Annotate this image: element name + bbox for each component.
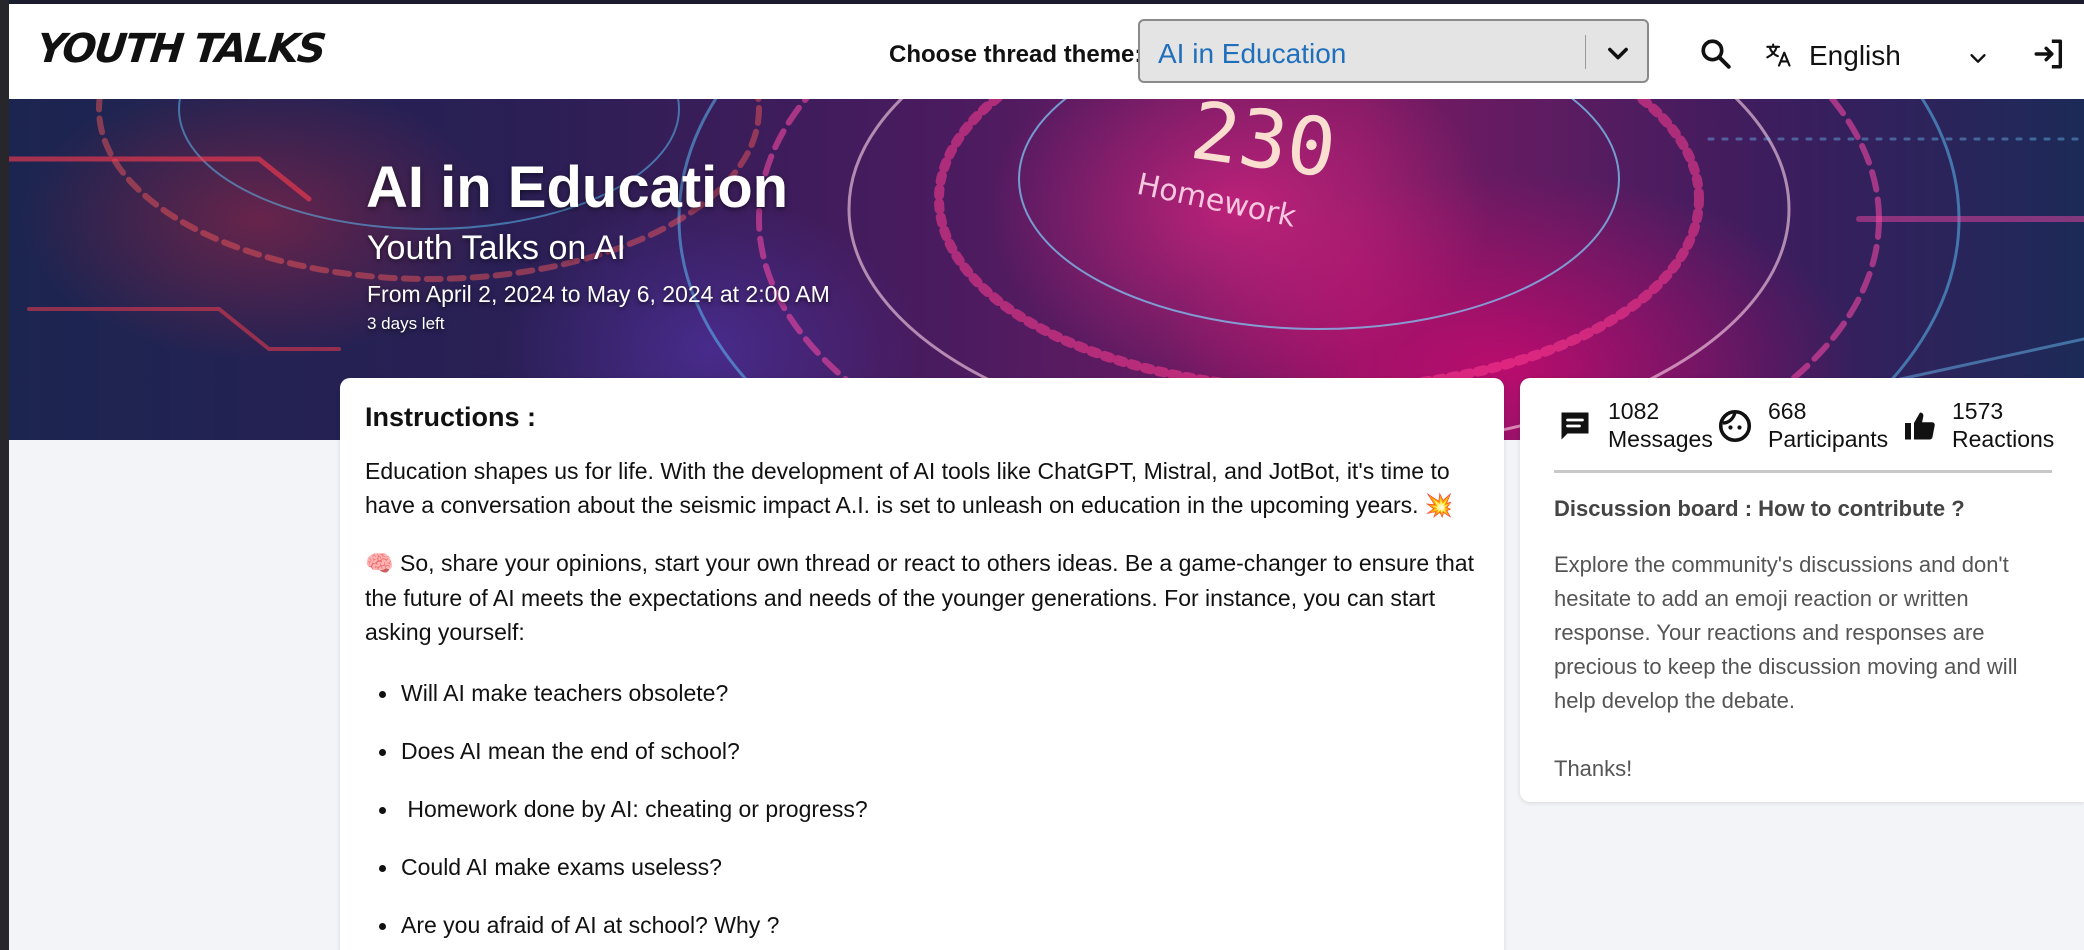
search-icon[interactable] <box>1699 37 1733 71</box>
question-list: Will AI make teachers obsolete? Does AI … <box>365 676 1465 950</box>
thread-dates: From April 2, 2024 to May 6, 2024 at 2:0… <box>367 281 830 307</box>
instructions-title: Instructions : <box>365 402 537 432</box>
participants-label: Participants <box>1768 426 1889 452</box>
instructions-paragraph-1: Education shapes us for life. With the d… <box>365 454 1485 523</box>
contribute-text: Explore the community's discussions and … <box>1554 552 2018 713</box>
messages-count: 1082 <box>1608 398 1660 424</box>
face-icon <box>1718 409 1752 443</box>
reactions-label: Reactions <box>1952 426 2055 452</box>
collision-emoji-icon: 💥 <box>1424 493 1454 519</box>
theme-select-label: Choose thread theme: <box>889 41 1143 68</box>
youth-talks-logo[interactable]: YOUTH TALKS <box>35 26 327 72</box>
chevron-down-icon[interactable] <box>1604 39 1632 67</box>
instructions-text-1: Education shapes us for life. With the d… <box>365 458 1450 518</box>
page: YOUTH TALKS Choose thread theme: AI in E… <box>9 4 2084 950</box>
participants-count: 668 <box>1768 398 1807 424</box>
instructions-card: Instructions : Education shapes us for l… <box>340 378 1504 950</box>
theme-select[interactable]: AI in Education <box>1138 19 1649 83</box>
thread-title: AI in Education <box>366 155 789 220</box>
window-left-border <box>0 0 9 950</box>
brain-emoji-icon: 🧠 <box>365 551 394 577</box>
list-item: Will AI make teachers obsolete? <box>365 676 1465 734</box>
messages-label: Messages <box>1608 426 1713 452</box>
chevron-down-icon <box>1970 54 1986 63</box>
thread-subtitle: Youth Talks on AI <box>367 229 626 267</box>
reactions-count: 1573 <box>1952 398 2004 424</box>
language-select[interactable]: English <box>1764 24 1986 76</box>
stats-card: 1082 Messages 668 Participants 1573 Reac… <box>1520 378 2084 802</box>
list-item: Does AI mean the end of school? <box>365 734 1465 792</box>
theme-select-value: AI in Education <box>1158 38 1347 69</box>
reactions-stat: 1573 Reactions <box>1900 398 2070 458</box>
message-icon <box>1561 412 1589 440</box>
list-item: Could AI make exams useless? <box>365 850 1465 908</box>
messages-stat: 1082 Messages <box>1556 398 1713 458</box>
instructions-text-2: So, share your opinions, start your own … <box>365 550 1474 645</box>
time-left-badge: 3 days left <box>367 314 445 333</box>
login-icon[interactable] <box>2031 37 2067 71</box>
contribute-title: Discussion board : How to contribute ? <box>1554 496 1965 521</box>
translate-icon <box>1766 43 1791 67</box>
list-item: Are you afraid of AI at school? Why ? <box>365 908 1465 950</box>
contribute-thanks: Thanks! <box>1554 756 1633 781</box>
participants-stat: 668 Participants <box>1716 398 1896 458</box>
language-label: English <box>1809 40 1901 71</box>
top-header: YOUTH TALKS Choose thread theme: AI in E… <box>9 4 2084 99</box>
stats-divider <box>1554 470 2052 473</box>
thumbs-up-icon <box>1905 412 1935 440</box>
list-item: Homework done by AI: cheating or progres… <box>365 792 1465 850</box>
instructions-paragraph-2: 🧠 So, share your opinions, start your ow… <box>365 546 1485 649</box>
theme-select-divider <box>1585 35 1586 69</box>
